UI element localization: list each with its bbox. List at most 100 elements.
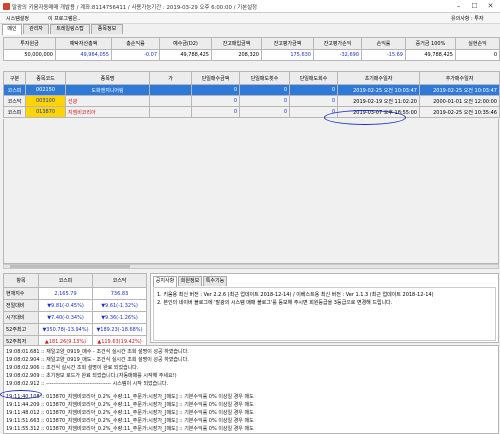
log-line: 19:11:40.108 :: 013870_지엠비코리아_0.2%_수량:11… xyxy=(6,394,254,400)
positions-header: 단일매수금액 xyxy=(191,71,240,85)
balance-valuation-amount: 175,630 xyxy=(261,49,314,61)
summary-header: 잔고평가금액 xyxy=(261,37,314,50)
log-line: 19:11:48.012 :: 013870_지엠비코리아_0.2%_수량:11… xyxy=(6,410,254,416)
summary-header-row: 투자원금 예탁자산총액 총손익률 예수금(D2) 잔고매입금액 잔고평가금액 잔… xyxy=(3,37,500,50)
notice-panel: 공지사항 회원정보 특수기능 1. 키움용 최신 버전 : Ver 2.2.6 … xyxy=(150,273,499,343)
notice-content: 1. 키움용 최신 버전 : Ver 2.2.6 (최근 업데이트 2018-1… xyxy=(153,287,496,341)
market-row-label: 52주최고 xyxy=(3,323,39,336)
price-cell xyxy=(149,106,192,118)
code-cell: 003100 xyxy=(25,95,66,107)
summary-header: 투자원금 xyxy=(3,37,56,50)
add-buy-date-cell: 2019-02-25 오전 10:03:47 xyxy=(419,84,500,96)
market-header: 코스닥 xyxy=(92,273,147,288)
market-row: 현재지수 2,165.79 736.83 xyxy=(3,287,147,300)
kosdaq-value: ▼9.36(-1.26%) xyxy=(92,311,147,324)
positions-header: 종목코드 xyxy=(25,71,66,85)
sell-count-cell: 0 xyxy=(239,84,290,96)
sell-count-cell: 0 xyxy=(239,95,290,107)
price-cell xyxy=(149,84,192,96)
summary-header: 손익률 xyxy=(361,37,406,50)
tab-trailing-stop[interactable]: 트레일링스탑 xyxy=(50,24,90,34)
total-return-rate: -0.07 xyxy=(111,49,160,61)
log-line: 19:11:44.209 :: 013870_지엠비코리아_0.2%_수량:11… xyxy=(6,402,254,408)
summary-header: 잔고매입금액 xyxy=(211,37,262,50)
buy-amount-cell: 0 xyxy=(191,106,240,118)
balance-purchase-amount: 208,320 xyxy=(211,49,262,61)
kosdaq-value: 736.83 xyxy=(92,287,147,300)
menu-system-settings[interactable]: 시스템설정 xyxy=(6,15,29,22)
tab-stock-info[interactable]: 종목정보 xyxy=(91,24,123,34)
name-cell: 도화엔지니어링 xyxy=(65,84,150,96)
summary-header: 실현손익 xyxy=(455,37,500,50)
positions-header-row: 구분 종목코드 종목명 가 단일매수금액 단일매도횟수 단일매도회수 초기매수일… xyxy=(3,71,500,85)
notice-line: 2. 본인의 네이버 블로그에 '말광의 시스템 매매 블로그'를 등보해 주시… xyxy=(157,300,393,306)
tab-admin[interactable]: 관리자 xyxy=(23,24,49,34)
app-icon xyxy=(3,3,10,10)
positions-header: 종목명 xyxy=(65,71,150,85)
menu-bar: 시스템설정 이 프로그램은.. 유의사항 : 투자 xyxy=(0,13,500,24)
log-panel: 19:08:01.681 :: 재일고양_0919_매수 - 조건식 실시간 조… xyxy=(3,345,499,434)
table-row[interactable]: 코스닥 003100 선광 0 0 0 2019-02-19 오전 11:02:… xyxy=(3,95,500,107)
total-deposit-assets: 49,964,055 xyxy=(55,49,112,61)
positions-header: 추가매수일자 xyxy=(419,71,500,85)
sell-count2-cell: 0 xyxy=(289,84,338,96)
balance-valuation-pl: -32,690 xyxy=(313,49,362,61)
summary-header: 잔고평가손익 xyxy=(313,37,362,50)
code-cell: 013870 xyxy=(25,106,66,118)
log-line: 19:11:51.663 :: 013870_지엠비코리아_0.2%_수량:11… xyxy=(6,418,254,424)
market-index-table: 항목 코스피 코스닥 현재지수 2,165.79 736.83 전일대비 ▼9.… xyxy=(3,273,147,348)
title-bar: 말광의 키움자동매매 개발용 / 계좌:8114756411 / 사용가능기간 … xyxy=(0,0,500,13)
tab-notice[interactable]: 공지사항 xyxy=(153,276,177,287)
market-cell: 코스닥 xyxy=(3,95,26,107)
highlight-circle xyxy=(0,390,42,399)
log-line: 19:08:02.906 :: 조건식 실시간 조회 설명이 완료 되었습니다. xyxy=(6,365,139,371)
log-line: 19:08:01.681 :: 재일고양_0919_매수 - 조건식 실시간 조… xyxy=(6,349,189,355)
market-row: 전일대비 ▼9.81(-0.45%) ▼9.61(-1.32%) xyxy=(3,299,147,312)
log-line: 19:08:02.904 :: 재일고양_0919_매도 - 조건식 실시간 조… xyxy=(6,357,189,363)
kospi-value: ▼9.81(-0.45%) xyxy=(38,299,93,312)
account-summary-table: 투자원금 예탁자산총액 총손익률 예수금(D2) 잔고매입금액 잔고평가금액 잔… xyxy=(3,37,500,61)
positions-header: 초기매수일자 xyxy=(337,71,420,85)
table-row[interactable]: 코스피 002150 도화엔지니어링 0 0 0 2019-02-25 오전 1… xyxy=(3,84,500,96)
market-row-label: 시가대비 xyxy=(3,311,39,324)
market-row-label: 전일대비 xyxy=(3,299,39,312)
close-button[interactable]: ✕ xyxy=(483,1,498,11)
sell-count-cell: 0 xyxy=(239,106,290,118)
scrollbar-thumb[interactable] xyxy=(10,265,130,268)
table-row[interactable]: 코스피 013870 지엠비코리아 0 0 0 2019-03-07 오후 18… xyxy=(3,106,500,118)
menu-notice[interactable]: 유의사항 : 투자 xyxy=(451,15,483,22)
margin-100: 49,788,425 xyxy=(405,49,456,61)
investment-principal: 50,000,000 xyxy=(3,49,56,61)
kospi-value: ▼350.78(-13.94%) xyxy=(38,323,93,336)
window-title: 말광의 키움자동매매 개발용 / 계좌:8114756411 / 사용가능기간 … xyxy=(12,5,257,11)
positions-header: 단일매도회수 xyxy=(289,71,338,85)
kosdaq-value: ▼9.61(-1.32%) xyxy=(92,299,147,312)
log-line: 19:11:55.312 :: 013870_지엠비코리아_0.2%_수량:11… xyxy=(6,426,254,432)
market-row-label: 현재지수 xyxy=(3,287,39,300)
positions-table: 구분 종목코드 종목명 가 단일매수금액 단일매도횟수 단일매도회수 초기매수일… xyxy=(3,71,500,118)
tab-main[interactable]: 메인 xyxy=(2,24,22,35)
add-buy-date-cell: 2000-01-01 오전 12:00:00 xyxy=(419,95,500,107)
buy-amount-cell: 0 xyxy=(191,95,240,107)
positions-empty-area xyxy=(3,119,499,264)
summary-header: 증거금 100% xyxy=(405,37,456,50)
market-header-row: 항목 코스피 코스닥 xyxy=(3,273,147,288)
maximize-button[interactable]: ☐ xyxy=(467,1,482,11)
market-row: 시가대비 ▼7.40(-0.34%) ▼9.36(-1.26%) xyxy=(3,311,147,324)
kospi-value: 2,165.79 xyxy=(38,287,93,300)
positions-header: 단일매도횟수 xyxy=(239,71,290,85)
minimize-button[interactable]: – xyxy=(451,1,466,11)
market-cell: 코스피 xyxy=(3,84,26,96)
tab-member-info[interactable]: 회원정보 xyxy=(178,276,202,286)
log-line: 19:08:02.909 :: 초기정보 로드가 완료 되었습니다.(자동매매를… xyxy=(6,373,177,379)
market-cell: 코스피 xyxy=(3,106,26,118)
kosdaq-value: ▼189.23(-18.68%) xyxy=(92,323,147,336)
summary-value-row: 50,000,000 49,964,055 -0.07 49,788,425 2… xyxy=(3,49,500,61)
name-cell: 지엠비코리아 xyxy=(65,106,150,118)
kospi-value: ▼7.40(-0.34%) xyxy=(38,311,93,324)
market-header: 코스피 xyxy=(38,273,93,288)
menu-about[interactable]: 이 프로그램은.. xyxy=(48,15,80,22)
tab-special-features[interactable]: 특수기능 xyxy=(203,276,227,286)
return-rate: -15.69 xyxy=(361,49,406,61)
summary-header: 예수금(D2) xyxy=(159,37,212,50)
